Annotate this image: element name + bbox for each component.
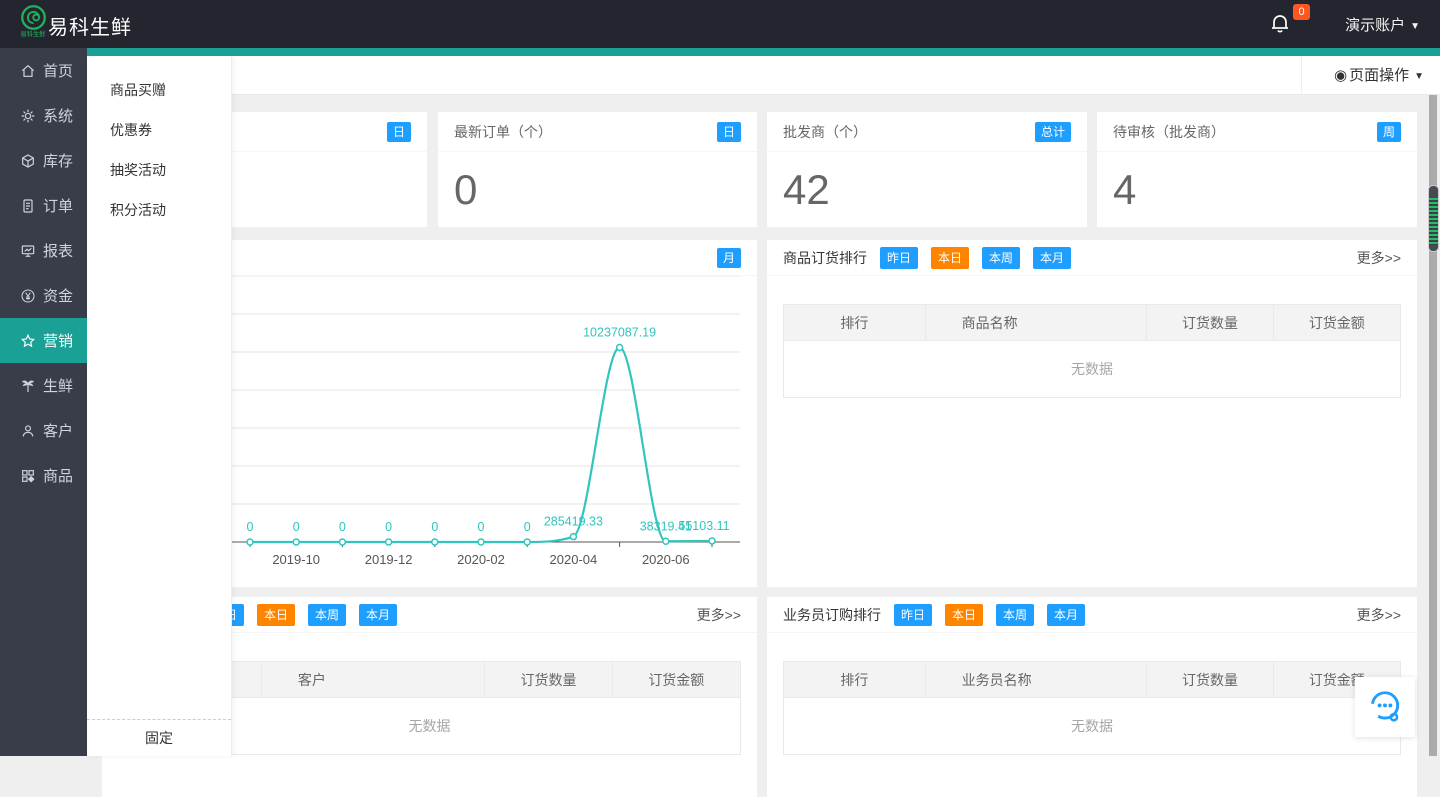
filter-yesterday[interactable]: 昨日 — [880, 247, 918, 269]
box-icon — [20, 153, 36, 169]
svg-text:285419.33: 285419.33 — [544, 515, 603, 529]
stat-card-title: 最新订单（个） — [454, 112, 552, 152]
report-board-icon — [20, 243, 36, 259]
svg-text:0: 0 — [524, 520, 531, 534]
salesman-ranking-panel: 业务员订购排行 昨日 本日 本周 本月 更多>> 排行 业务员名称 订货数量 订… — [767, 597, 1417, 797]
sidebar-item-inventory[interactable]: 库存 — [0, 138, 87, 183]
sidebar-item-reports[interactable]: 报表 — [0, 228, 87, 273]
sidebar-item-fresh[interactable]: 生鲜 — [0, 363, 87, 408]
chat-button[interactable] — [1355, 677, 1415, 737]
star-icon — [20, 333, 36, 349]
grid-icon — [20, 468, 36, 484]
radio-dot-icon: ◉ — [1334, 67, 1347, 84]
product-ranking-panel: 商品订货排行 昨日 本日 本周 本月 更多>> 排行 商品名称 订货数量 订货金… — [767, 240, 1417, 587]
filter-week[interactable]: 本周 — [982, 247, 1020, 269]
notification-badge: 0 — [1293, 4, 1310, 20]
sidebar-item-orders[interactable]: 订单 — [0, 183, 87, 228]
sidebar-item-customers[interactable]: 客户 — [0, 408, 87, 453]
panel-title: 业务员订购排行 — [783, 605, 881, 625]
svg-text:0: 0 — [431, 520, 438, 534]
sidebar-item-home[interactable]: 首页 — [0, 48, 87, 93]
stat-card-value: 0 — [438, 152, 757, 214]
panel-title: 商品订货排行 — [783, 248, 867, 268]
topbar: 易科生鲜 易科生鲜 0 演示账户 ▼ — [0, 0, 1440, 48]
home-icon — [20, 63, 36, 79]
filter-today[interactable]: 本日 — [931, 247, 969, 269]
svg-text:10237087.19: 10237087.19 — [583, 325, 656, 339]
svg-text:2020-04: 2020-04 — [550, 552, 598, 567]
submenu-item-buy-gift[interactable]: 商品买赠 — [87, 70, 231, 110]
toolbar-divider — [1301, 56, 1302, 95]
account-name: 演示账户 — [1345, 17, 1405, 34]
filter-today[interactable]: 本日 — [257, 604, 295, 626]
page-toolbar: ◉页面操作▼ — [87, 56, 1440, 95]
sidebar: 首页 系统 库存 订单 报表 资金 营销 生鲜 客户 商品 — [0, 48, 87, 756]
stat-card-wholesalers: 批发商（个） 总计 42 — [767, 112, 1087, 227]
filter-month[interactable]: 本月 — [1047, 604, 1085, 626]
svg-text:0: 0 — [385, 520, 392, 534]
sidebar-item-system[interactable]: 系统 — [0, 93, 87, 138]
submenu-item-points[interactable]: 积分活动 — [87, 190, 231, 230]
ranking-table: 排行 商品名称 订货数量 订货金额 无数据 — [783, 304, 1401, 398]
period-badge: 总计 — [1035, 122, 1071, 142]
yen-circle-icon — [20, 288, 36, 304]
app-logo: 易科生鲜 — [13, 4, 53, 39]
active-tab-strip — [87, 48, 1440, 56]
submenu-pin-button[interactable]: 固定 — [87, 719, 231, 756]
svg-text:2020-02: 2020-02 — [457, 552, 505, 567]
stat-card-value: 42 — [767, 152, 1087, 214]
submenu-item-coupon[interactable]: 优惠券 — [87, 110, 231, 150]
filter-week[interactable]: 本周 — [308, 604, 346, 626]
chevron-down-icon: ▼ — [1410, 21, 1420, 32]
period-badge: 月 — [717, 248, 741, 268]
gear-icon — [20, 108, 36, 124]
svg-text:2019-10: 2019-10 — [272, 552, 320, 567]
more-link[interactable]: 更多>> — [1357, 248, 1401, 268]
stat-card-pending-review: 待审核（批发商） 周 4 — [1097, 112, 1417, 227]
svg-text:2020-06: 2020-06 — [642, 552, 690, 567]
sidebar-item-products[interactable]: 商品 — [0, 453, 87, 498]
period-badge: 日 — [387, 122, 411, 142]
svg-text:55103.11: 55103.11 — [678, 519, 729, 533]
account-menu[interactable]: 演示账户 ▼ — [1345, 14, 1420, 35]
stat-card-value: 4 — [1097, 152, 1417, 214]
stat-card-title: 待审核（批发商） — [1113, 112, 1225, 152]
filter-month[interactable]: 本月 — [359, 604, 397, 626]
svg-text:0: 0 — [293, 520, 300, 534]
stat-card-latest-orders: 最新订单（个） 日 0 — [438, 112, 757, 227]
svg-text:0: 0 — [339, 520, 346, 534]
marketing-submenu-flyout: 商品买赠 优惠券 抽奖活动 积分活动 固定 — [87, 56, 232, 756]
scrollbar-thumb[interactable] — [1428, 185, 1439, 252]
submenu-item-lottery[interactable]: 抽奖活动 — [87, 150, 231, 190]
period-badge: 日 — [717, 122, 741, 142]
sidebar-item-marketing[interactable]: 营销 — [0, 318, 87, 363]
empty-placeholder: 无数据 — [784, 340, 1400, 397]
svg-text:0: 0 — [247, 520, 254, 534]
filter-month[interactable]: 本月 — [1033, 247, 1071, 269]
filter-week[interactable]: 本周 — [996, 604, 1034, 626]
more-link[interactable]: 更多>> — [697, 605, 741, 625]
user-icon — [20, 423, 36, 439]
stat-card-title: 批发商（个） — [783, 112, 867, 152]
svg-text:2019-12: 2019-12 — [365, 552, 413, 567]
sidebar-item-funds[interactable]: 资金 — [0, 273, 87, 318]
tree-icon — [20, 378, 36, 394]
chevron-down-icon: ▼ — [1414, 71, 1424, 82]
period-badge: 周 — [1377, 122, 1401, 142]
more-link[interactable]: 更多>> — [1357, 605, 1401, 625]
document-icon — [20, 198, 36, 214]
chat-bubble-icon — [1366, 688, 1404, 726]
page-actions-button[interactable]: ◉页面操作▼ — [1334, 64, 1424, 85]
ranking-table: 排行 业务员名称 订货数量 订货金额 无数据 — [783, 661, 1401, 755]
logo-swirl-icon — [13, 4, 53, 31]
filter-yesterday[interactable]: 昨日 — [894, 604, 932, 626]
app-title: 易科生鲜 — [48, 11, 132, 40]
svg-text:0: 0 — [478, 520, 485, 534]
empty-placeholder: 无数据 — [784, 697, 1400, 754]
logo-subtext: 易科生鲜 — [15, 31, 51, 38]
filter-today[interactable]: 本日 — [945, 604, 983, 626]
